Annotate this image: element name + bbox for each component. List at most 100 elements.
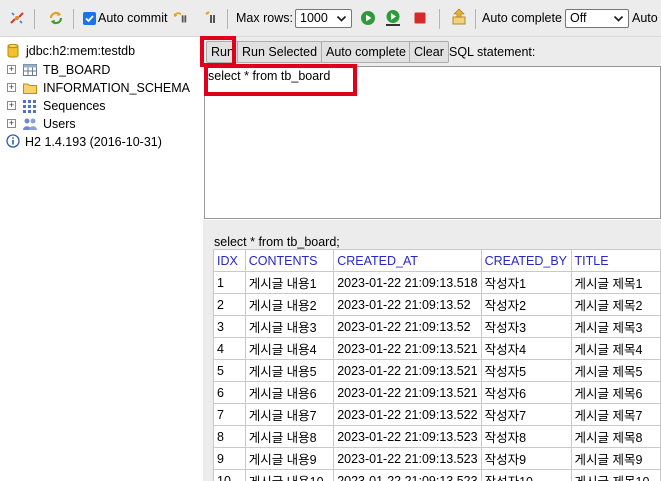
table-cell: 9 — [213, 447, 246, 470]
auto-complete-button[interactable]: Auto complete — [321, 41, 411, 63]
table-cell: 5 — [213, 359, 246, 382]
tree-item-information-schema[interactable]: + INFORMATION_SCHEMA — [0, 79, 200, 97]
table-row: 9 게시글 내용9 2023-01-22 21:09:13.523 작성자9 게시글 제… — [213, 447, 661, 470]
sequences-icon — [22, 98, 38, 114]
table-cell: 게시글 제목1 — [570, 271, 661, 294]
column-header[interactable]: CONTENTS — [244, 249, 335, 272]
tree-item-users[interactable]: + Users — [0, 115, 200, 133]
database-icon — [6, 43, 22, 59]
table-cell: 게시글 내용3 — [244, 315, 335, 338]
table-row: 3 게시글 내용3 2023-01-22 21:09:13.52 작성자3 게시글 제목… — [213, 315, 661, 338]
sql-statement-label: SQL statement: — [449, 45, 536, 59]
table-cell: 작성자1 — [480, 271, 572, 294]
table-cell: 게시글 제목10 — [570, 469, 661, 481]
folder-icon — [22, 80, 38, 96]
table-row: 1 게시글 내용1 2023-01-22 21:09:13.518 작성자1 게시글 제… — [213, 271, 661, 294]
auto-complete-label: Auto complete — [482, 11, 562, 25]
table-cell: 2023-01-22 21:09:13.52 — [333, 315, 482, 338]
query-bar: Run Run Selected Auto complete Clear SQL… — [203, 37, 661, 67]
table-cell: 게시글 내용7 — [244, 403, 335, 426]
max-rows-select[interactable]: 1000 — [295, 9, 352, 28]
run-icon[interactable] — [360, 10, 376, 26]
expand-icon[interactable]: + — [7, 65, 16, 74]
run-highlight-box — [200, 36, 236, 67]
info-icon — [6, 134, 22, 150]
table-cell: 작성자5 — [480, 359, 572, 382]
table-row: 4 게시글 내용4 2023-01-22 21:09:13.521 작성자4 게시글 제… — [213, 337, 661, 360]
table-cell: 작성자10 — [480, 469, 572, 481]
table-cell: 2023-01-22 21:09:13.523 — [333, 425, 482, 448]
max-rows-label: Max rows: — [236, 11, 293, 25]
table-cell: 2023-01-22 21:09:13.523 — [333, 447, 482, 470]
column-header[interactable]: CREATED_AT — [333, 249, 482, 272]
schema-tree: jdbc:h2:mem:testdb + TB_BOARD + INFORMAT… — [0, 37, 203, 481]
table-cell: 작성자6 — [480, 381, 572, 404]
auto-complete-select[interactable]: Off — [565, 9, 629, 28]
toolbar-separator — [34, 9, 35, 29]
table-cell: 게시글 제목6 — [570, 381, 661, 404]
toolbar-separator — [227, 9, 228, 29]
table-cell: 2 — [213, 293, 246, 316]
table-cell: 게시글 내용6 — [244, 381, 335, 404]
table-row: 7 게시글 내용7 2023-01-22 21:09:13.522 작성자7 게시글 제… — [213, 403, 661, 426]
connection-label: jdbc:h2:mem:testdb — [26, 44, 136, 58]
tree-item-tb-board[interactable]: + TB_BOARD — [0, 61, 200, 79]
column-header[interactable]: TITLE — [570, 249, 661, 272]
table-cell: 게시글 제목7 — [570, 403, 661, 426]
table-cell: 게시글 내용8 — [244, 425, 335, 448]
table-cell: 게시글 제목3 — [570, 315, 661, 338]
table-cell: 1 — [213, 271, 246, 294]
tree-connection[interactable]: jdbc:h2:mem:testdb — [0, 42, 200, 60]
history-icon[interactable] — [451, 8, 467, 25]
run-selected-button[interactable]: Run Selected — [237, 41, 323, 63]
table-cell: 게시글 제목8 — [570, 425, 661, 448]
table-cell: 2023-01-22 21:09:13.523 — [333, 469, 482, 481]
rollback-icon[interactable] — [202, 10, 218, 26]
table-cell: 6 — [213, 381, 246, 404]
column-header[interactable]: IDX — [213, 249, 246, 272]
table-cell: 작성자9 — [480, 447, 572, 470]
table-cell: 작성자8 — [480, 425, 572, 448]
table-cell: 게시글 내용5 — [244, 359, 335, 382]
clear-button[interactable]: Clear — [409, 41, 449, 63]
refresh-icon[interactable] — [48, 10, 64, 26]
commit-icon[interactable] — [172, 10, 188, 26]
tree-item-label: Users — [43, 117, 76, 131]
max-rows-value: 1000 — [300, 11, 328, 25]
disconnect-icon[interactable] — [9, 10, 25, 26]
table-cell: 2023-01-22 21:09:13.518 — [333, 271, 482, 294]
table-cell: 2023-01-22 21:09:13.521 — [333, 381, 482, 404]
table-cell: 작성자3 — [480, 315, 572, 338]
toolbar-separator — [439, 9, 440, 29]
tree-item-sequences[interactable]: + Sequences — [0, 97, 200, 115]
table-cell: 2023-01-22 21:09:13.521 — [333, 359, 482, 382]
run-selected-icon[interactable] — [385, 10, 401, 26]
auto-complete-value: Off — [570, 11, 587, 25]
table-cell: 게시글 내용4 — [244, 337, 335, 360]
table-row: 5 게시글 내용5 2023-01-22 21:09:13.521 작성자5 게시글 제… — [213, 359, 661, 382]
result-table: IDX CONTENTS CREATED_AT CREATED_BY TITLE… — [213, 249, 661, 481]
table-cell: 게시글 제목9 — [570, 447, 661, 470]
table-cell: 게시글 내용1 — [244, 271, 335, 294]
auto-commit-checkbox[interactable] — [83, 12, 96, 25]
table-icon — [22, 62, 38, 78]
chevron-down-icon — [613, 12, 624, 29]
column-header[interactable]: CREATED_BY — [480, 249, 572, 272]
table-cell: 8 — [213, 425, 246, 448]
toolbar-separator — [475, 9, 476, 29]
expand-icon[interactable]: + — [7, 101, 16, 110]
table-row: 10게시글 내용102023-01-22 21:09:13.523작성자10게시… — [213, 469, 661, 481]
table-cell: 2023-01-22 21:09:13.52 — [333, 293, 482, 316]
stop-icon[interactable] — [412, 10, 428, 26]
table-row: 2 게시글 내용2 2023-01-22 21:09:13.52 작성자2 게시글 제목… — [213, 293, 661, 316]
sql-highlight-box — [204, 64, 357, 96]
version-label: H2 1.4.193 (2016-10-31) — [25, 135, 162, 149]
table-cell: 게시글 내용9 — [244, 447, 335, 470]
table-cell: 4 — [213, 337, 246, 360]
expand-icon[interactable]: + — [7, 83, 16, 92]
table-row: 8 게시글 내용8 2023-01-22 21:09:13.523 작성자8 게시글 제… — [213, 425, 661, 448]
tree-item-label: TB_BOARD — [43, 63, 111, 77]
table-cell: 작성자4 — [480, 337, 572, 360]
tree-item-label: INFORMATION_SCHEMA — [43, 81, 190, 95]
expand-icon[interactable]: + — [7, 119, 16, 128]
